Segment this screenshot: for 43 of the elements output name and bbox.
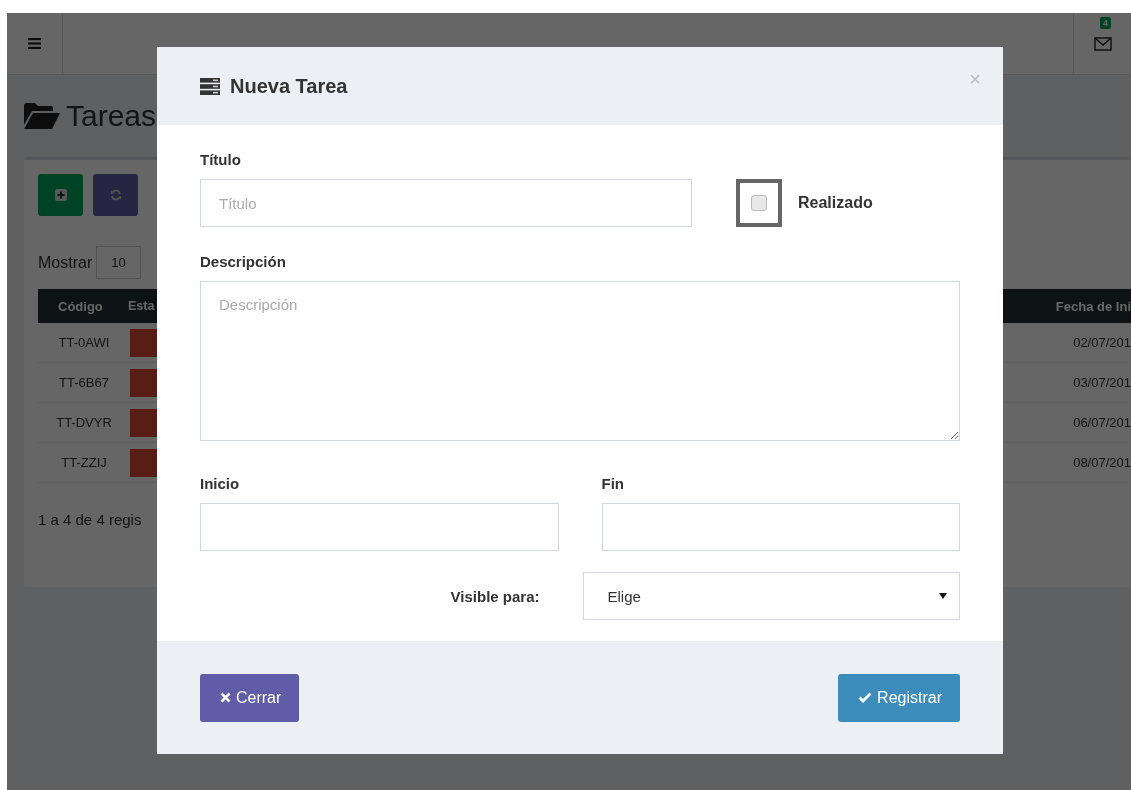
envelope-icon bbox=[1093, 36, 1112, 51]
dropdown-caret-icon bbox=[939, 593, 947, 599]
refresh-icon bbox=[109, 189, 122, 201]
notification-badge: 4 bbox=[1100, 17, 1111, 29]
plus-square-icon bbox=[54, 189, 67, 201]
refresh-button[interactable] bbox=[93, 174, 138, 216]
submit-button[interactable]: Registrar bbox=[838, 673, 960, 722]
checkbox-label: Realizado bbox=[798, 194, 873, 212]
modal-title: Nueva Tarea bbox=[230, 74, 348, 98]
mail-button[interactable]: 4 bbox=[1073, 13, 1131, 74]
table-cell-text: 08/07/201 bbox=[1072, 455, 1131, 470]
add-button[interactable] bbox=[38, 174, 83, 216]
table-cell-text: TT-DVYR bbox=[55, 415, 113, 430]
checkmark-icon bbox=[858, 692, 873, 703]
checkbox[interactable] bbox=[736, 179, 782, 227]
page-size-select[interactable]: 10 bbox=[96, 246, 141, 279]
field-label: Título bbox=[200, 151, 242, 168]
table-cell-text: TT-ZZIJ bbox=[60, 455, 108, 470]
table-cell-text: TT-6B67 bbox=[58, 375, 110, 390]
field-label: Fin bbox=[601, 475, 625, 492]
close-icon bbox=[220, 692, 231, 703]
menu-icon bbox=[28, 38, 41, 49]
description-field[interactable]: Descripción bbox=[200, 281, 960, 441]
field-label: Visible para: bbox=[449, 587, 540, 605]
show-label: Mostrar bbox=[38, 253, 93, 272]
page-title: Tareas bbox=[66, 99, 157, 133]
start-date-field[interactable] bbox=[200, 503, 559, 551]
title-field[interactable]: Título bbox=[200, 179, 692, 227]
table-cell-text: 02/07/201 bbox=[1072, 335, 1131, 350]
field-label: Inicio bbox=[200, 475, 241, 492]
table-cell-text: TT-0AWI bbox=[57, 335, 111, 350]
folder-icon bbox=[24, 103, 60, 129]
close-dialog-button[interactable]: Cerrar bbox=[200, 673, 300, 722]
field-label: Descripción bbox=[200, 253, 287, 270]
column-header: Código bbox=[57, 298, 104, 314]
visible-select[interactable]: Elige bbox=[582, 572, 960, 620]
column-header: Fecha de Ini bbox=[1054, 298, 1131, 314]
table-info: 1 a 4 de 4 regis bbox=[38, 511, 143, 528]
end-date-field[interactable] bbox=[601, 503, 960, 551]
table-cell-text: 03/07/201 bbox=[1072, 375, 1131, 390]
server-icon bbox=[200, 77, 220, 95]
table-cell-text: 06/07/201 bbox=[1072, 415, 1131, 430]
column-header: Esta bbox=[128, 299, 155, 313]
